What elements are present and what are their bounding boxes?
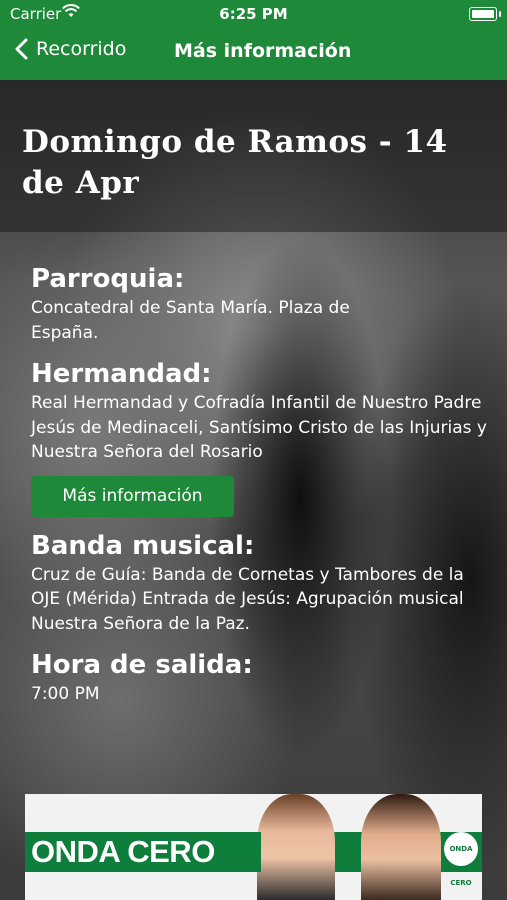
hora-salida-value: 7:00 PM [31,684,100,704]
back-button[interactable]: Recorrido [14,38,126,60]
hermandad-value: Real Hermandad y Cofradía Infantil de Nu… [31,393,487,462]
ad-presenter-image [257,794,335,900]
parroquia-label: Parroquia: [31,264,185,294]
navigation-header: Carrier 6:25 PM Recorrido Más informació… [0,0,507,80]
ad-banner[interactable]: ONDA CERO ONDA CERO [25,794,482,900]
hora-salida-label: Hora de salida: [31,650,253,680]
hermandad-section: Hermandad: Real Hermandad y Cofradía Inf… [31,357,491,517]
chevron-left-icon [15,38,28,60]
back-button-label: Recorrido [36,38,127,60]
event-title: Domingo de Ramos - 14 de Apr [22,124,448,201]
ad-brand-mark: ONDA CERO [444,832,478,887]
hora-salida-section: Hora de salida: 7:00 PM [31,648,491,707]
battery-icon [469,7,501,21]
banda-section: Banda musical: Cruz de Guía: Banda de Co… [31,529,491,637]
ad-presenter-image [361,794,441,900]
hermandad-label: Hermandad: [31,359,212,389]
page-title: Más información [174,40,352,62]
status-bar: Carrier 6:25 PM [0,0,507,28]
event-details: Parroquia: Concatedral de Santa María. P… [31,262,491,719]
parroquia-section: Parroquia: Concatedral de Santa María. P… [31,262,491,345]
banda-value: Cruz de Guía: Banda de Cornetas y Tambor… [31,564,464,634]
more-info-button[interactable]: Más información [31,475,234,517]
clock: 6:25 PM [219,5,288,23]
parroquia-value: Concatedral de Santa María. Plaza de Esp… [31,298,350,343]
banda-label: Banda musical: [31,530,255,561]
ad-brand-logo: ONDA CERO [25,832,261,872]
